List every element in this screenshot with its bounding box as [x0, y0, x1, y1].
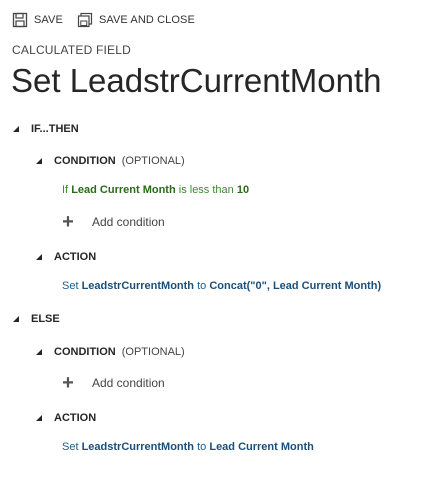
- plus-icon: +: [62, 211, 74, 233]
- collapse-triangle-icon[interactable]: [13, 126, 19, 132]
- collapse-triangle-icon[interactable]: [13, 316, 19, 322]
- action-label: ACTION: [54, 251, 97, 263]
- entity-type-label: CALCULATED FIELD: [12, 43, 132, 57]
- action-target-field: LeadstrCurrentMonth: [81, 441, 195, 453]
- save-close-icon: [77, 12, 93, 28]
- add-condition-button[interactable]: + Add condition: [60, 211, 165, 233]
- collapse-triangle-icon[interactable]: [36, 254, 42, 260]
- action-statement[interactable]: Set LeadstrCurrentMonth to Concat("0", L…: [62, 280, 381, 292]
- else-section-header[interactable]: ELSE: [13, 313, 60, 325]
- if-keyword: If: [62, 184, 69, 196]
- save-label: SAVE: [34, 14, 63, 26]
- condition-statement[interactable]: If Lead Current Month is less than 10: [62, 184, 249, 196]
- add-condition-label: Add condition: [92, 376, 165, 390]
- set-keyword: Set: [62, 280, 79, 292]
- save-and-close-button[interactable]: SAVE AND CLOSE: [77, 12, 195, 28]
- save-button[interactable]: SAVE: [12, 12, 63, 28]
- else-condition-header[interactable]: CONDITION (OPTIONAL): [36, 346, 185, 358]
- condition-field: Lead Current Month: [71, 184, 176, 196]
- condition-operator: is less than: [178, 184, 234, 196]
- add-condition-button[interactable]: + Add condition: [60, 372, 165, 394]
- condition-label: CONDITION: [54, 155, 116, 167]
- to-keyword: to: [197, 280, 207, 292]
- condition-label: CONDITION: [54, 346, 116, 358]
- action-label: ACTION: [54, 412, 97, 424]
- collapse-triangle-icon[interactable]: [36, 349, 42, 355]
- else-label: ELSE: [31, 313, 60, 325]
- collapse-triangle-icon[interactable]: [36, 415, 42, 421]
- collapse-triangle-icon[interactable]: [36, 158, 42, 164]
- action-target-field: LeadstrCurrentMonth: [81, 280, 195, 292]
- floppy-disk-icon: [12, 12, 28, 28]
- to-keyword: to: [197, 441, 207, 453]
- plus-icon: +: [62, 372, 74, 394]
- action-expression: Concat("0", Lead Current Month): [209, 280, 382, 292]
- page-title: Set LeadstrCurrentMonth: [11, 62, 382, 99]
- optional-label: (OPTIONAL): [121, 155, 185, 167]
- optional-label: (OPTIONAL): [121, 346, 185, 358]
- if-condition-header[interactable]: CONDITION (OPTIONAL): [36, 155, 185, 167]
- command-bar: SAVE SAVE AND CLOSE: [12, 10, 209, 30]
- add-condition-label: Add condition: [92, 215, 165, 229]
- else-action-header[interactable]: ACTION: [36, 412, 96, 424]
- if-then-section-header[interactable]: IF...THEN: [13, 123, 79, 135]
- set-keyword: Set: [62, 441, 79, 453]
- action-statement[interactable]: Set LeadstrCurrentMonth to Lead Current …: [62, 441, 314, 453]
- save-and-close-label: SAVE AND CLOSE: [98, 14, 195, 26]
- if-then-label: IF...THEN: [31, 123, 79, 135]
- if-action-header[interactable]: ACTION: [36, 251, 96, 263]
- action-expression: Lead Current Month: [209, 441, 314, 453]
- condition-value: 10: [236, 184, 250, 196]
